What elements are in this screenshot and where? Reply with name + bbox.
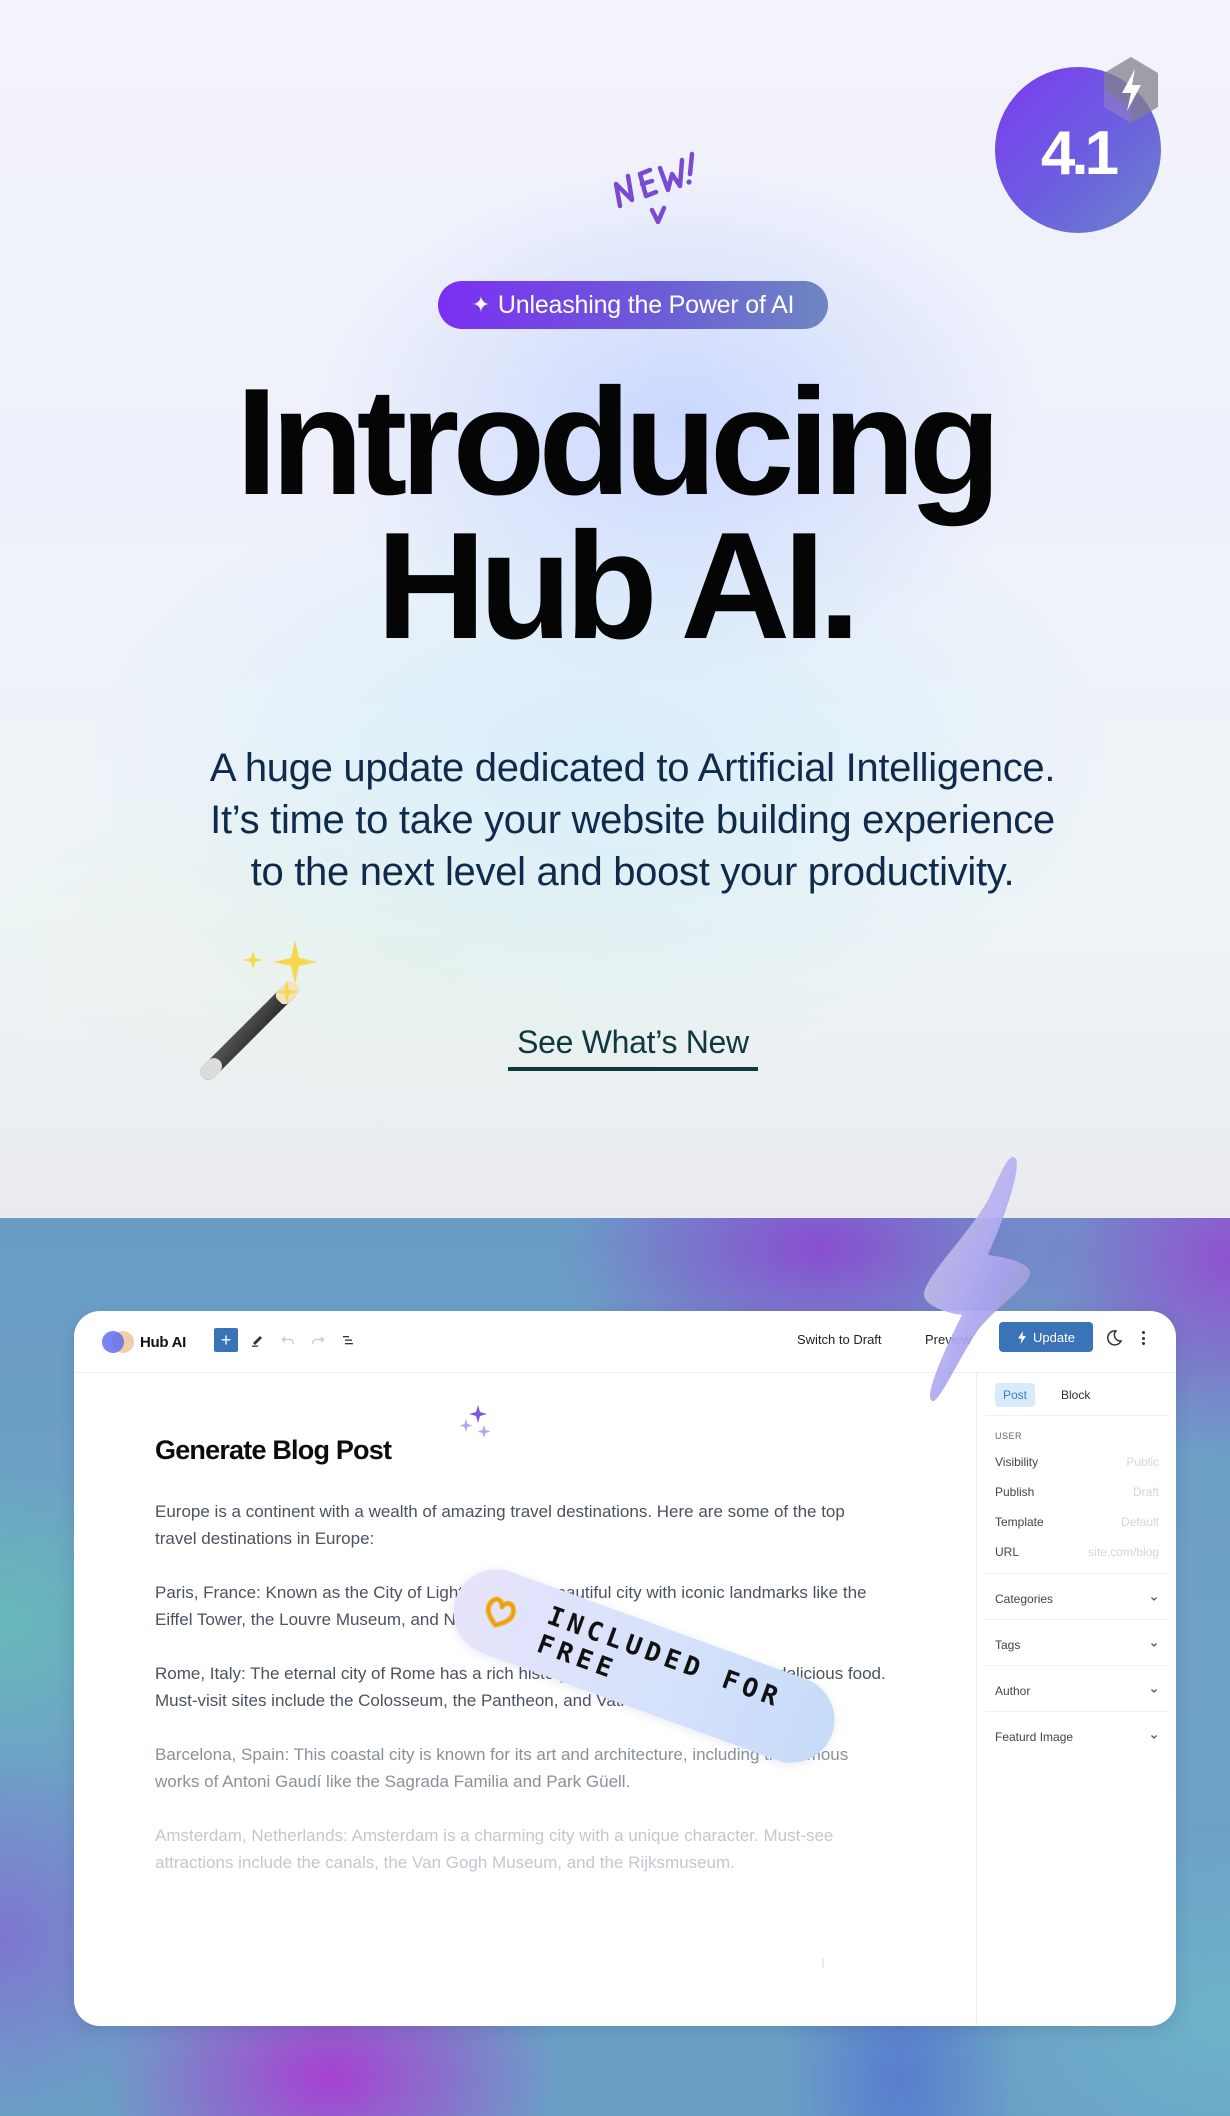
pill-label: Unleashing the Power of AI bbox=[497, 290, 795, 319]
chevron-down-icon bbox=[1151, 1597, 1157, 1601]
editor-content: Generate Blog Post Europe is a continent… bbox=[74, 1373, 976, 2026]
setting-value: site.com/blog bbox=[1088, 1545, 1159, 1559]
accordion-label: Categories bbox=[995, 1592, 1054, 1606]
heart-hands-icon bbox=[485, 1596, 516, 1628]
magic-wand-icon bbox=[200, 940, 317, 1080]
redo-icon[interactable] bbox=[308, 1330, 328, 1350]
settings-sidebar: Post Block USER Visibility Public Publis… bbox=[976, 1373, 1176, 2026]
add-block-button[interactable]: + bbox=[214, 1328, 238, 1352]
divider bbox=[985, 1711, 1169, 1712]
divider bbox=[985, 1665, 1169, 1666]
post-paragraph: Europe is a continent with a wealth of a… bbox=[155, 1502, 845, 1548]
more-options-icon[interactable] bbox=[1138, 1328, 1148, 1348]
chevron-down-icon bbox=[1151, 1643, 1157, 1647]
setting-key: Template bbox=[995, 1515, 1044, 1529]
accordion-label: Tags bbox=[995, 1638, 1021, 1652]
page-headline: Introducing Hub AI. bbox=[0, 366, 1230, 662]
post-title[interactable]: Generate Blog Post bbox=[155, 1435, 392, 1466]
announcement-pill: ✦ Unleashing the Power of AI bbox=[438, 281, 828, 329]
hero-section: 4.1 ✦ Unleashing the Power of AI Introdu… bbox=[0, 0, 1230, 1218]
lightning-bolt-icon bbox=[1104, 57, 1158, 123]
text-cursor bbox=[822, 1958, 824, 1968]
app-logo[interactable]: Hub AI bbox=[102, 1331, 186, 1353]
accordion-featured-image[interactable]: Featurd Image bbox=[995, 1730, 1159, 1744]
headline-line-2: Hub AI. bbox=[376, 501, 860, 671]
chevron-down-icon bbox=[1151, 1689, 1157, 1693]
accordion-author[interactable]: Author bbox=[995, 1684, 1159, 1698]
accordion-label: Featurd Image bbox=[995, 1730, 1074, 1744]
toolbar-tools: + bbox=[214, 1328, 358, 1352]
setting-value: Default bbox=[1120, 1515, 1159, 1529]
setting-row-visibility[interactable]: Visibility Public bbox=[995, 1455, 1159, 1469]
chevron-down-icon bbox=[1151, 1735, 1157, 1739]
divider bbox=[985, 1415, 1169, 1416]
undo-icon[interactable] bbox=[278, 1330, 298, 1350]
hero-subtext: A huge update dedicated to Artificial In… bbox=[209, 746, 1056, 894]
setting-key: Visibility bbox=[995, 1455, 1039, 1469]
see-whats-new-link[interactable]: See What’s New bbox=[508, 1024, 758, 1071]
switch-to-draft-button[interactable]: Switch to Draft bbox=[797, 1332, 882, 1347]
accordion-tags[interactable]: Tags bbox=[995, 1638, 1159, 1652]
ai-sparkles-icon bbox=[459, 1405, 491, 1438]
setting-key: URL bbox=[995, 1545, 1020, 1559]
section-label-user: USER bbox=[995, 1431, 1023, 1441]
setting-row-url[interactable]: URL site.com/blog bbox=[995, 1545, 1159, 1559]
version-number: 4.1 bbox=[1040, 118, 1119, 188]
divider bbox=[985, 1573, 1169, 1574]
sparkle-icon: ✦ bbox=[471, 292, 490, 317]
update-label: Update bbox=[1033, 1329, 1075, 1345]
post-paragraph: Amsterdam, Netherlands: Amsterdam is a c… bbox=[155, 1826, 834, 1872]
accordion-label: Author bbox=[995, 1684, 1031, 1698]
divider bbox=[985, 1619, 1169, 1620]
setting-key: Publish bbox=[995, 1485, 1035, 1499]
tab-block[interactable]: Block bbox=[1053, 1383, 1098, 1407]
lightning-bolt-3d-icon bbox=[923, 1157, 1030, 1402]
setting-value: Draft bbox=[1132, 1485, 1159, 1499]
setting-row-template[interactable]: Template Default bbox=[995, 1515, 1159, 1529]
app-name: Hub AI bbox=[140, 1333, 186, 1351]
dark-mode-moon-icon[interactable] bbox=[1104, 1328, 1124, 1348]
new-scribble-label bbox=[613, 151, 695, 225]
setting-row-publish[interactable]: Publish Draft bbox=[995, 1485, 1159, 1499]
accordion-categories[interactable]: Categories bbox=[995, 1592, 1159, 1606]
setting-value: Public bbox=[1126, 1455, 1159, 1469]
logo-icon bbox=[102, 1331, 134, 1353]
pencil-icon[interactable] bbox=[248, 1330, 268, 1350]
list-view-icon[interactable] bbox=[338, 1330, 358, 1350]
